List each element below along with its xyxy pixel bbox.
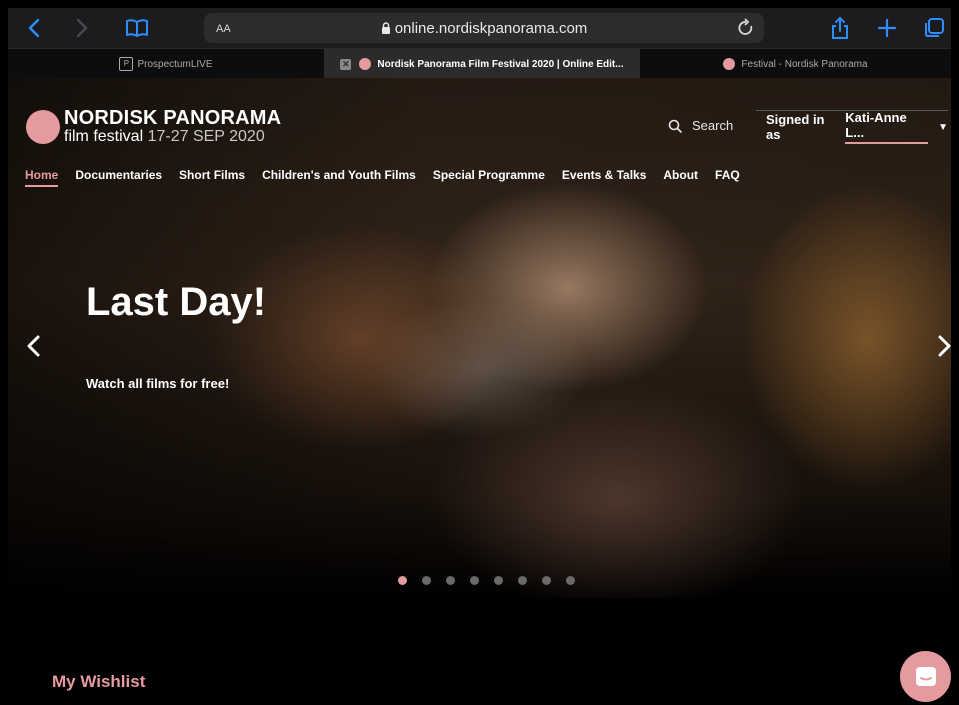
browser-toolbar: AA online.nordiskpanorama.com — [8, 8, 951, 48]
website: NORDISK PANORAMA film festival 17-27 SEP… — [8, 78, 951, 705]
tab-label: Festival - Nordisk Panorama — [741, 58, 868, 70]
carousel-pagination — [398, 576, 590, 585]
search-icon — [668, 119, 682, 133]
bookmarks-button[interactable] — [122, 14, 152, 42]
tab-label: ProspectumLIVE — [137, 58, 213, 70]
search-button[interactable]: Search — [668, 118, 733, 133]
nav-home[interactable]: Home — [25, 168, 59, 187]
forward-button[interactable] — [70, 14, 94, 42]
hero-shade — [8, 78, 951, 598]
logo-circle-icon — [26, 110, 60, 144]
prospectum-favicon-icon: P — [119, 57, 134, 71]
logo-sub-text: film festival — [64, 128, 144, 145]
chevron-right-icon — [76, 18, 88, 38]
nav-faq[interactable]: FAQ — [715, 168, 740, 187]
hero-subline: Watch all films for free! — [86, 376, 230, 391]
main-nav: Home Documentaries Short Films Children'… — [25, 168, 757, 187]
chevron-right-icon — [938, 335, 951, 357]
search-label: Search — [692, 118, 734, 133]
nordisk-favicon-icon — [359, 58, 372, 70]
carousel-dot[interactable] — [446, 576, 455, 585]
carousel-dot[interactable] — [518, 576, 527, 585]
carousel-dot[interactable] — [494, 576, 503, 585]
nav-about[interactable]: About — [663, 168, 698, 187]
carousel-prev-button[interactable] — [22, 331, 46, 361]
browser-window: AA online.nordiskpanorama.com P Prospect… — [8, 8, 951, 705]
url-display[interactable]: online.nordiskpanorama.com — [204, 20, 764, 37]
my-wishlist-heading[interactable]: My Wishlist — [52, 672, 145, 692]
chat-button[interactable] — [900, 651, 951, 702]
address-bar[interactable]: AA online.nordiskpanorama.com — [204, 13, 764, 43]
nav-childrens-youth-films[interactable]: Children's and Youth Films — [262, 168, 416, 187]
reload-button[interactable] — [736, 17, 756, 44]
hero-headline: Last Day! — [86, 280, 267, 324]
reload-icon — [738, 18, 753, 35]
tab-prospectumlive[interactable]: P ProspectumLIVE — [8, 49, 324, 79]
share-button[interactable] — [828, 14, 852, 42]
signed-in-prefix: Signed in as — [766, 112, 825, 142]
carousel-dot[interactable] — [566, 576, 575, 585]
festival-dates: 17-27 SEP 2020 — [147, 128, 265, 145]
nav-events-talks[interactable]: Events & Talks — [562, 168, 646, 187]
signed-in-username: Kati-Anne L... — [845, 110, 929, 144]
share-icon — [832, 16, 848, 39]
carousel-dot[interactable] — [542, 576, 551, 585]
tab-label: Nordisk Panorama Film Festival 2020 | On… — [377, 58, 624, 70]
back-button[interactable] — [22, 14, 46, 42]
book-icon — [126, 19, 148, 37]
hero-image — [8, 78, 951, 598]
nav-documentaries[interactable]: Documentaries — [75, 168, 162, 187]
carousel-dot[interactable] — [398, 576, 407, 585]
site-logo[interactable]: NORDISK PANORAMA film festival 17-27 SEP… — [26, 108, 281, 146]
carousel-dot[interactable] — [422, 576, 431, 585]
tab-festival-nordisk-panorama[interactable]: Festival - Nordisk Panorama — [640, 49, 951, 79]
chevron-left-icon — [27, 335, 40, 357]
tabs-overview-button[interactable] — [921, 14, 947, 42]
url-text: online.nordiskpanorama.com — [394, 20, 588, 37]
logo-text: NORDISK PANORAMA film festival 17-27 SEP… — [64, 108, 281, 146]
carousel-dot[interactable] — [470, 576, 479, 585]
new-tab-button[interactable] — [874, 14, 900, 42]
carousel-next-button[interactable] — [934, 331, 951, 361]
tab-nordisk-panorama-online[interactable]: ✕ Nordisk Panorama Film Festival 2020 | … — [324, 49, 640, 79]
logo-title: NORDISK PANORAMA — [64, 107, 282, 129]
chevron-left-icon — [28, 18, 40, 38]
lock-icon — [381, 22, 390, 34]
chat-icon — [915, 666, 936, 686]
close-tab-icon[interactable]: ✕ — [340, 58, 352, 70]
tabs-icon — [925, 18, 944, 37]
logo-subtitle: film festival 17-27 SEP 2020 — [64, 128, 281, 146]
tab-bar: P ProspectumLIVE ✕ Nordisk Panorama Film… — [8, 48, 951, 79]
account-menu[interactable]: Signed in as Kati-Anne L... ▼ — [756, 110, 948, 144]
nav-special-programme[interactable]: Special Programme — [433, 168, 545, 187]
nav-short-films[interactable]: Short Films — [179, 168, 245, 187]
nordisk-favicon-icon — [723, 58, 736, 70]
caret-down-icon: ▼ — [938, 121, 948, 133]
plus-icon — [877, 18, 897, 38]
